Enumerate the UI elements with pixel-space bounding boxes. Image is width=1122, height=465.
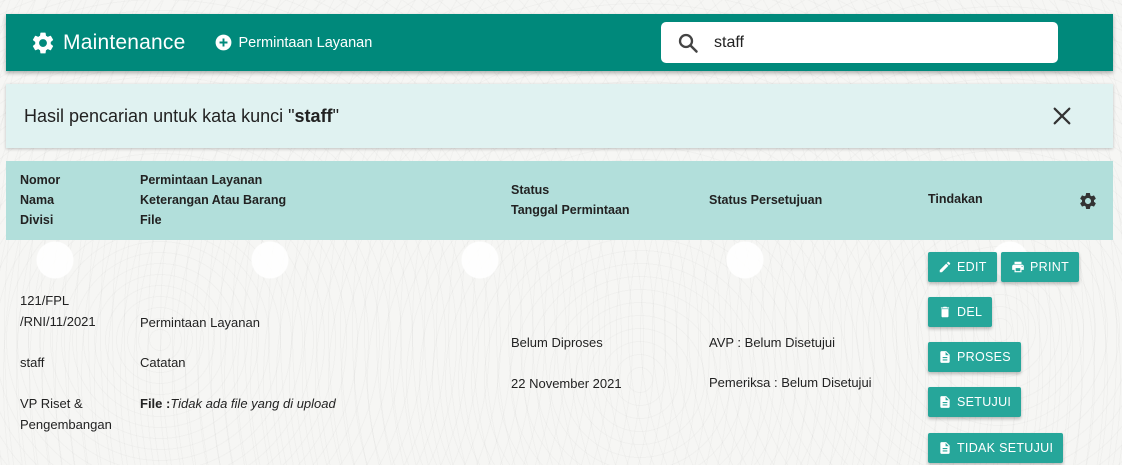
proses-button[interactable]: PROSES bbox=[928, 342, 1021, 372]
banner-prefix: Hasil pencarian untuk kata kunci " bbox=[24, 105, 295, 126]
cell-nama: staff bbox=[20, 355, 45, 370]
document-icon bbox=[940, 442, 950, 454]
gear-icon bbox=[32, 32, 54, 53]
cell-persetujuan-pemeriksa: Pemeriksa : Belum Disetujui bbox=[709, 375, 872, 390]
header-nama: Nama bbox=[20, 193, 55, 207]
app-title: Maintenance bbox=[63, 30, 186, 54]
setujui-label: SETUJUI bbox=[957, 395, 1012, 409]
banner-keyword: staff bbox=[294, 105, 333, 126]
cell-nomor-1: 121/FPL bbox=[20, 293, 70, 308]
header-tanggal: Tanggal Permintaan bbox=[511, 203, 630, 217]
edit-label: EDIT bbox=[957, 260, 987, 274]
header-status-label: Status bbox=[511, 183, 550, 197]
tidak-setujui-button[interactable]: TIDAK SETUJUI bbox=[928, 433, 1064, 463]
top-navbar: Maintenance Permintaan Layanan bbox=[6, 14, 1113, 71]
search-result-banner: Hasil pencarian untuk kata kunci "staff" bbox=[6, 84, 1113, 148]
tidak-setujui-label: TIDAK SETUJUI bbox=[957, 441, 1054, 455]
banner-suffix: " bbox=[332, 105, 339, 126]
del-label: DEL bbox=[957, 305, 983, 319]
cell-status: Belum Diproses bbox=[511, 335, 603, 350]
cell-persetujuan-avp: AVP : Belum Disetujui bbox=[709, 335, 835, 350]
document-icon bbox=[940, 351, 950, 363]
header-tindakan: Tindakan bbox=[928, 192, 983, 206]
trash-icon bbox=[940, 306, 950, 318]
proses-label: PROSES bbox=[957, 350, 1011, 364]
cell-nomor-2: /RNI/11/2021 bbox=[20, 314, 96, 329]
file-value: Tidak ada file yang di upload bbox=[170, 396, 336, 411]
nav-permintaan-layanan[interactable]: Permintaan Layanan bbox=[214, 33, 372, 52]
header-divisi: Divisi bbox=[20, 213, 54, 227]
header-status-persetujuan: Status Persetujuan bbox=[709, 193, 823, 207]
close-icon[interactable] bbox=[1051, 105, 1073, 127]
delete-button[interactable]: DEL bbox=[928, 297, 993, 327]
document-icon bbox=[940, 396, 950, 408]
edit-button[interactable]: EDIT bbox=[928, 252, 997, 282]
header-permintaan: Permintaan Layanan Keterangan Atau Baran… bbox=[140, 170, 286, 230]
cell-divisi-2: Pengembangan bbox=[20, 417, 112, 432]
nav-link-label: Permintaan Layanan bbox=[238, 34, 373, 51]
print-label: PRINT bbox=[1030, 260, 1069, 274]
header-file: File bbox=[140, 213, 162, 227]
cell-file: File :Tidak ada file yang di upload bbox=[140, 394, 336, 414]
plus-circle-icon bbox=[216, 34, 232, 51]
header-nomor: Nomor bbox=[20, 173, 61, 187]
table-header: Nomor Nama Divisi Permintaan Layanan Ket… bbox=[6, 161, 1113, 240]
search-icon bbox=[678, 33, 698, 53]
requests-table: Nomor Nama Divisi Permintaan Layanan Ket… bbox=[6, 161, 1113, 463]
cell-tanggal: 22 November 2021 bbox=[511, 376, 622, 391]
file-label: File : bbox=[140, 396, 171, 411]
print-button[interactable]: PRINT bbox=[1001, 252, 1079, 282]
search-box[interactable] bbox=[661, 22, 1058, 63]
brand[interactable]: Maintenance bbox=[30, 30, 185, 56]
printer-icon bbox=[1012, 261, 1024, 273]
cell-keterangan: Catatan bbox=[140, 355, 186, 370]
gear-icon[interactable] bbox=[1078, 191, 1098, 211]
header-status: Status Tanggal Permintaan bbox=[511, 180, 630, 220]
pencil-icon bbox=[939, 261, 951, 273]
header-keterangan: Keterangan Atau Barang bbox=[140, 193, 287, 207]
header-nomor-nama-divisi: Nomor Nama Divisi bbox=[20, 170, 60, 230]
cell-permintaan: Permintaan Layanan bbox=[140, 315, 260, 330]
cell-divisi-1: VP Riset & bbox=[20, 396, 83, 411]
search-result-text: Hasil pencarian untuk kata kunci "staff" bbox=[24, 106, 339, 127]
header-permintaan-layanan: Permintaan Layanan bbox=[140, 173, 263, 187]
search-input[interactable] bbox=[714, 33, 1034, 52]
setujui-button[interactable]: SETUJUI bbox=[928, 387, 1022, 417]
